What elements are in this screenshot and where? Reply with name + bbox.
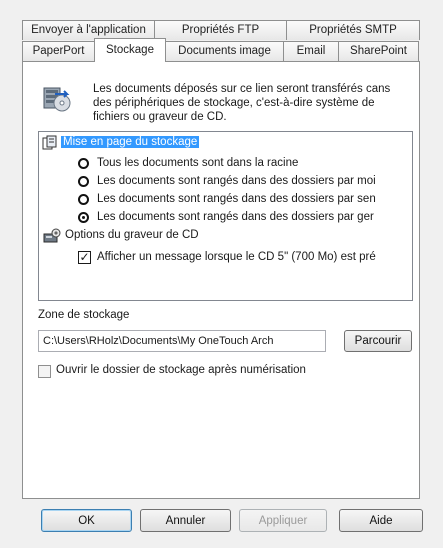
- tab-image-documents[interactable]: Documents image: [165, 41, 284, 61]
- ok-button[interactable]: OK: [41, 509, 132, 532]
- layout-group-icon: [42, 135, 58, 151]
- tab-smtp-properties[interactable]: Propriétés SMTP: [286, 20, 420, 40]
- tab-paperport[interactable]: PaperPort: [22, 41, 95, 61]
- radio-all-root[interactable]: [78, 158, 89, 169]
- cancel-button[interactable]: Annuler: [140, 509, 231, 532]
- storage-path-input[interactable]: [38, 330, 326, 352]
- help-button[interactable]: Aide: [339, 509, 423, 532]
- tab-email[interactable]: Email: [283, 41, 339, 61]
- cd-group-label: Options du graveur de CD: [65, 229, 199, 241]
- storage-tab-panel: Les documents déposés sur ce lien seront…: [22, 61, 420, 499]
- option-all-root-label[interactable]: Tous les documents sont dans la racine: [97, 155, 298, 172]
- tab-send-to-application[interactable]: Envoyer à l'application: [22, 20, 155, 40]
- option-by-week-label[interactable]: Les documents sont rangés dans des dossi…: [97, 191, 376, 208]
- tab-storage[interactable]: Stockage: [94, 38, 166, 62]
- radio-by-month[interactable]: [78, 176, 89, 187]
- option-by-type-label[interactable]: Les documents sont rangés dans des dossi…: [97, 209, 374, 226]
- tab-row-front: PaperPort Stockage Documents image Email…: [22, 38, 419, 62]
- cd-group-row[interactable]: Options du graveur de CD: [63, 227, 201, 244]
- tab-ftp-properties[interactable]: Propriétés FTP: [154, 20, 287, 40]
- option-by-month-label[interactable]: Les documents sont rangés dans des dossi…: [97, 173, 376, 190]
- tab-sharepoint[interactable]: SharePoint: [338, 41, 419, 61]
- layout-group-row[interactable]: Mise en page du stockage: [61, 134, 200, 151]
- option-cd-full-message-label[interactable]: Afficher un message lorsque le CD 5" (70…: [97, 249, 376, 266]
- tab-row-back: Envoyer à l'application Propriétés FTP P…: [22, 20, 420, 40]
- browse-button[interactable]: Parcourir: [344, 330, 412, 352]
- storage-properties-dialog: Envoyer à l'application Propriétés FTP P…: [0, 0, 443, 548]
- checkbox-cd-full-message[interactable]: ✓: [78, 251, 91, 264]
- open-folder-checkbox[interactable]: [38, 365, 51, 378]
- layout-group-label: Mise en page du stockage: [61, 136, 200, 148]
- storage-description: Les documents déposés sur ce lien seront…: [93, 83, 391, 123]
- cd-burner-icon: [43, 228, 61, 244]
- open-folder-label[interactable]: Ouvrir le dossier de stockage après numé…: [56, 364, 306, 376]
- radio-by-week[interactable]: [78, 194, 89, 205]
- storage-device-icon: [41, 84, 71, 114]
- storage-options-tree: Mise en page du stockage Tous les docume…: [38, 131, 413, 301]
- storage-zone-label: Zone de stockage: [38, 309, 130, 321]
- apply-button[interactable]: Appliquer: [239, 509, 327, 532]
- radio-by-type[interactable]: [78, 212, 89, 223]
